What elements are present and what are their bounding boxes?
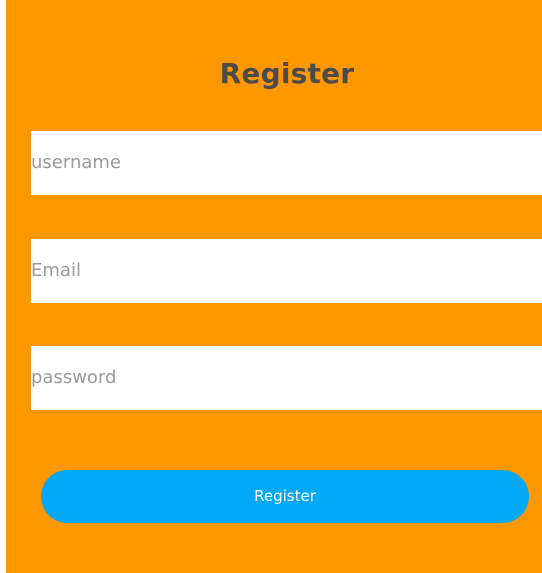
page-title: Register: [219, 57, 355, 90]
email-field[interactable]: [31, 239, 542, 303]
password-field[interactable]: [31, 346, 542, 410]
register-button[interactable]: Register: [41, 470, 529, 523]
register-panel: Register username Email password Registe…: [0, 0, 542, 573]
username-field[interactable]: [31, 131, 542, 195]
